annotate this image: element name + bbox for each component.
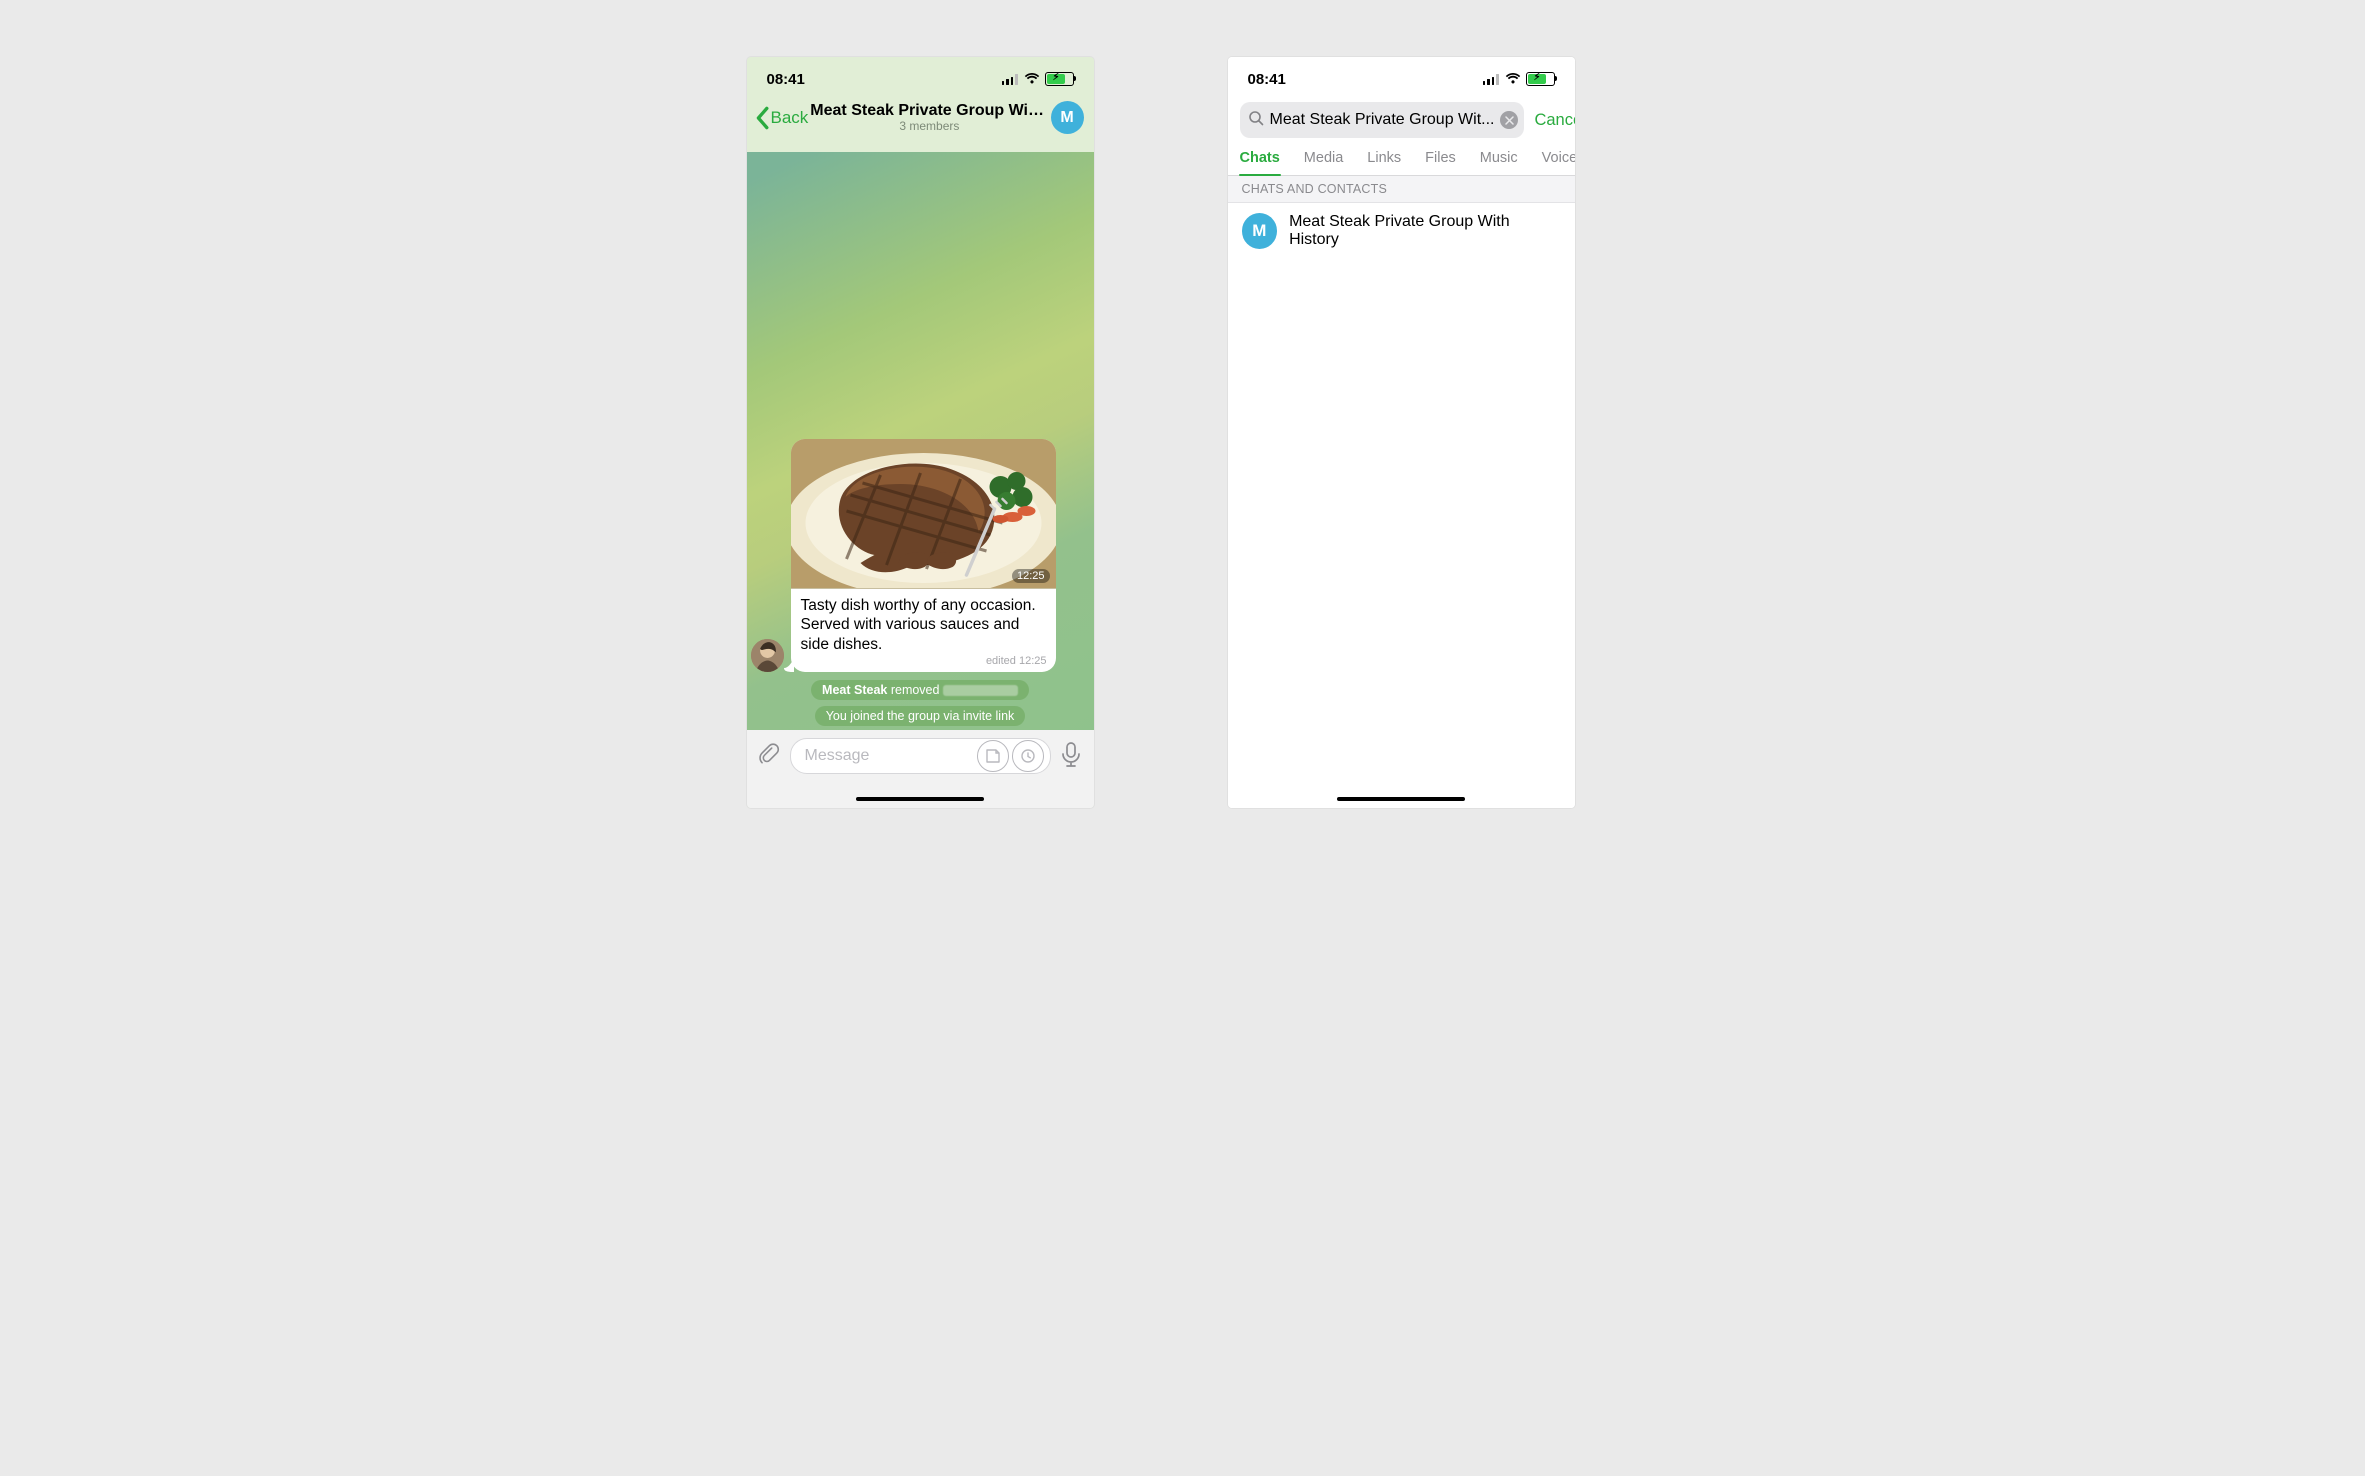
tab-music[interactable]: Music — [1480, 146, 1518, 175]
message[interactable]: 12:25 Tasty dish worthy of any occasion.… — [751, 439, 1056, 672]
back-label: Back — [771, 108, 809, 128]
message-bubble: 12:25 Tasty dish worthy of any occasion.… — [791, 439, 1056, 672]
back-button[interactable]: Back — [753, 106, 809, 130]
empty-area — [1228, 259, 1575, 808]
compose-bar: Message — [747, 730, 1094, 808]
battery-icon: ⚡︎ — [1526, 72, 1555, 86]
section-header: CHATS AND CONTACTS — [1228, 176, 1575, 203]
attach-button[interactable] — [756, 738, 784, 772]
cancel-button[interactable]: Cancel — [1534, 111, 1574, 130]
wifi-icon — [1024, 73, 1040, 85]
chat-title: Meat Steak Private Group With... — [810, 102, 1048, 120]
home-indicator — [1337, 797, 1465, 802]
search-screen: 08:41 ⚡︎ Meat Steak Private Group Wit...… — [1228, 57, 1575, 808]
microphone-icon — [1060, 742, 1082, 768]
status-clock: 08:41 — [1248, 71, 1286, 88]
schedule-button[interactable] — [1012, 740, 1044, 772]
sticker-button[interactable] — [977, 740, 1009, 772]
chat-title-area[interactable]: Meat Steak Private Group With... 3 membe… — [810, 102, 1048, 133]
group-avatar[interactable]: M — [1051, 101, 1084, 134]
status-bar: 08:41 ⚡︎ — [1228, 57, 1575, 101]
search-result[interactable]: M Meat Steak Private Group With History — [1228, 203, 1575, 259]
message-text: Tasty dish worthy of any occasion. Serve… — [791, 589, 1056, 661]
tab-media[interactable]: Media — [1304, 146, 1344, 175]
image-timestamp: 12:25 — [1012, 569, 1050, 583]
chat-subtitle: 3 members — [810, 119, 1048, 133]
input-placeholder: Message — [805, 747, 974, 765]
signal-icon — [1002, 74, 1019, 85]
close-icon — [1505, 116, 1514, 125]
tab-voice[interactable]: Voice — [1542, 146, 1575, 175]
result-avatar: M — [1242, 213, 1278, 249]
status-clock: 08:41 — [767, 71, 805, 88]
system-message-joined: You joined the group via invite link — [815, 706, 1026, 726]
search-bar: Meat Steak Private Group Wit... Cancel — [1228, 102, 1575, 146]
message-image[interactable]: 12:25 — [791, 439, 1056, 589]
message-meta: edited 12:25 — [791, 655, 1056, 672]
sender-avatar[interactable] — [751, 639, 784, 672]
signal-icon — [1483, 74, 1500, 85]
search-query: Meat Steak Private Group Wit... — [1270, 111, 1495, 129]
result-name: Meat Steak Private Group With History — [1289, 213, 1560, 249]
chat-body[interactable]: April 28 — [747, 152, 1094, 738]
chat-screen: 08:41 ⚡︎ Back Meat Steak Private Group W… — [747, 57, 1094, 808]
tab-chats[interactable]: Chats — [1240, 146, 1280, 175]
home-indicator — [856, 797, 984, 802]
clock-icon — [1020, 748, 1036, 764]
search-tabs: Chats Media Links Files Music Voice — [1228, 146, 1575, 176]
clear-search-button[interactable] — [1500, 111, 1518, 129]
chat-header: Back Meat Steak Private Group With... 3 … — [747, 101, 1094, 142]
sticker-icon — [985, 748, 1001, 764]
message-input[interactable]: Message — [790, 738, 1051, 774]
search-icon — [1248, 110, 1264, 131]
tab-files[interactable]: Files — [1425, 146, 1456, 175]
voice-button[interactable] — [1057, 738, 1085, 772]
battery-icon: ⚡︎ — [1045, 72, 1074, 86]
status-bar: 08:41 ⚡︎ — [747, 57, 1094, 101]
tab-links[interactable]: Links — [1367, 146, 1401, 175]
redacted-name — [943, 685, 1018, 696]
paperclip-icon — [758, 743, 782, 767]
chevron-left-icon — [753, 106, 771, 130]
wifi-icon — [1505, 73, 1521, 85]
search-input[interactable]: Meat Steak Private Group Wit... — [1240, 102, 1525, 138]
system-message-removed: Meat Steak removed — [811, 680, 1029, 700]
